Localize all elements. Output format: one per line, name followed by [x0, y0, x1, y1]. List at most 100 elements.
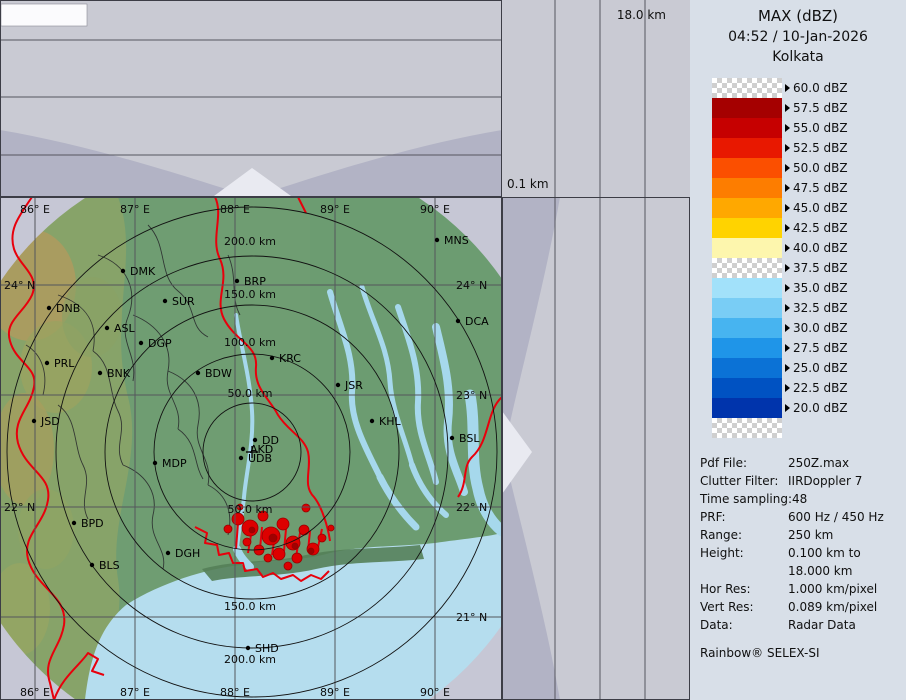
scale-swatch: [712, 98, 782, 118]
scale-label: 30.0 dBZ: [793, 321, 848, 335]
scale-entry: 30.0 dBZ: [712, 318, 906, 338]
station-marker: [370, 419, 374, 423]
info-label: Vert Res:: [700, 598, 788, 616]
station-marker: [32, 419, 36, 423]
legend-panel: MAX (dBZ) 04:52 / 10-Jan-2026 Kolkata 60…: [690, 0, 906, 700]
station-marker: [241, 447, 245, 451]
longitude-label: 89° E: [320, 203, 350, 216]
scale-tick-icon: [785, 304, 790, 312]
radar-display: { "profile": { "height_max_label": "18.0…: [0, 0, 906, 700]
station-label: ASL: [114, 322, 136, 335]
station-label: MNS: [444, 234, 469, 247]
scale-swatch: [712, 278, 782, 298]
range-ring-label: 50.0 km: [227, 387, 272, 400]
station-label: BNK: [107, 367, 131, 380]
scale-entry: 52.5 dBZ: [712, 138, 906, 158]
info-row: Vert Res:0.089 km/pixel: [700, 598, 906, 616]
station-marker: [435, 238, 439, 242]
station-marker: [153, 461, 157, 465]
scale-label: 22.5 dBZ: [793, 381, 848, 395]
scale-label: 45.0 dBZ: [793, 201, 848, 215]
station-marker: [336, 383, 340, 387]
station-label: DGH: [175, 547, 200, 560]
scale-label: 60.0 dBZ: [793, 81, 848, 95]
info-value: 0.089 km/pixel: [788, 598, 902, 616]
scale-tick-icon: [785, 124, 790, 132]
info-label: Data:: [700, 616, 788, 634]
scale-label: 20.0 dBZ: [793, 401, 848, 415]
product-info-list: Pdf File:250Z.maxClutter Filter:IIRDoppl…: [700, 454, 906, 634]
scale-tick-icon: [785, 164, 790, 172]
scale-tick-icon: [785, 224, 790, 232]
station-label: DGP: [148, 337, 172, 350]
info-label: Range:: [700, 526, 788, 544]
scale-label: 40.0 dBZ: [793, 241, 848, 255]
station-label: SUR: [172, 295, 195, 308]
ns-height-profile-graphic: [502, 197, 690, 700]
longitude-label: 88° E: [220, 203, 250, 216]
info-row: PRF:600 Hz / 450 Hz: [700, 508, 906, 526]
station-marker: [45, 361, 49, 365]
station-label: BDW: [205, 367, 232, 380]
scale-tick-icon: [785, 284, 790, 292]
radar-map: 86° E86° E87° E87° E88° E88° E89° E89° E…: [0, 197, 502, 700]
scale-tick-icon: [785, 204, 790, 212]
station-label: SHD: [255, 642, 279, 655]
station-marker: [105, 326, 109, 330]
height-axis-max-label: 18.0 km: [617, 8, 666, 22]
info-value: 250 km: [788, 526, 902, 544]
range-ring-label: 200.0 km: [224, 235, 276, 248]
latitude-label: 24° N: [4, 279, 35, 292]
color-scale: 60.0 dBZ57.5 dBZ55.0 dBZ52.5 dBZ50.0 dBZ…: [712, 78, 906, 438]
station-label: PRL: [54, 357, 75, 370]
station-label: BLS: [99, 559, 120, 572]
scale-swatch: [712, 398, 782, 418]
scale-label: 27.5 dBZ: [793, 341, 848, 355]
station-marker: [47, 306, 51, 310]
ns-height-profile-panel: [502, 197, 690, 700]
info-label: Height:: [700, 544, 788, 580]
scale-tick-icon: [785, 324, 790, 332]
latitude-label: 24° N: [456, 279, 487, 292]
scale-swatch: [712, 138, 782, 158]
info-value: IIRDoppler 7: [788, 472, 902, 490]
scale-label: 47.5 dBZ: [793, 181, 848, 195]
scale-swatch: [712, 218, 782, 238]
height-axis-corner-panel: 18.0 km 0.1 km: [502, 0, 690, 197]
scale-entry: 60.0 dBZ: [712, 78, 906, 98]
info-value: Radar Data: [788, 616, 902, 634]
station-marker: [196, 371, 200, 375]
station-marker: [139, 341, 143, 345]
scale-swatch: [712, 198, 782, 218]
scale-swatch: [712, 258, 782, 278]
info-row: Height:0.100 km to 18.000 km: [700, 544, 906, 580]
info-label: Pdf File:: [700, 454, 788, 472]
info-value: 0.100 km to 18.000 km: [788, 544, 902, 580]
info-row: Pdf File:250Z.max: [700, 454, 906, 472]
station-label: JSD: [40, 415, 60, 428]
range-ring-label: 150.0 km: [224, 600, 276, 613]
latitude-label: 23° N: [456, 389, 487, 402]
scale-tick-icon: [785, 104, 790, 112]
scale-swatch: [712, 318, 782, 338]
scale-entry: 45.0 dBZ: [712, 198, 906, 218]
info-label: Hor Res:: [700, 580, 788, 598]
product-title: MAX (dBZ): [690, 7, 906, 25]
longitude-label: 90° E: [420, 686, 450, 699]
latitude-label: 22° N: [456, 501, 487, 514]
latitude-label: 21° N: [456, 611, 487, 624]
station-label: MDP: [162, 457, 187, 470]
scale-entry: 32.5 dBZ: [712, 298, 906, 318]
info-row: Data:Radar Data: [700, 616, 906, 634]
station-marker: [121, 269, 125, 273]
longitude-label: 89° E: [320, 686, 350, 699]
scale-entry: 25.0 dBZ: [712, 358, 906, 378]
range-ring-label: 50.0 km: [227, 503, 272, 516]
longitude-label: 86° E: [20, 686, 50, 699]
scale-swatch: [712, 238, 782, 258]
scale-swatch: [712, 78, 782, 98]
scale-tick-icon: [785, 404, 790, 412]
station-marker: [253, 438, 257, 442]
info-label: Clutter Filter:: [700, 472, 788, 490]
station-marker: [246, 646, 250, 650]
